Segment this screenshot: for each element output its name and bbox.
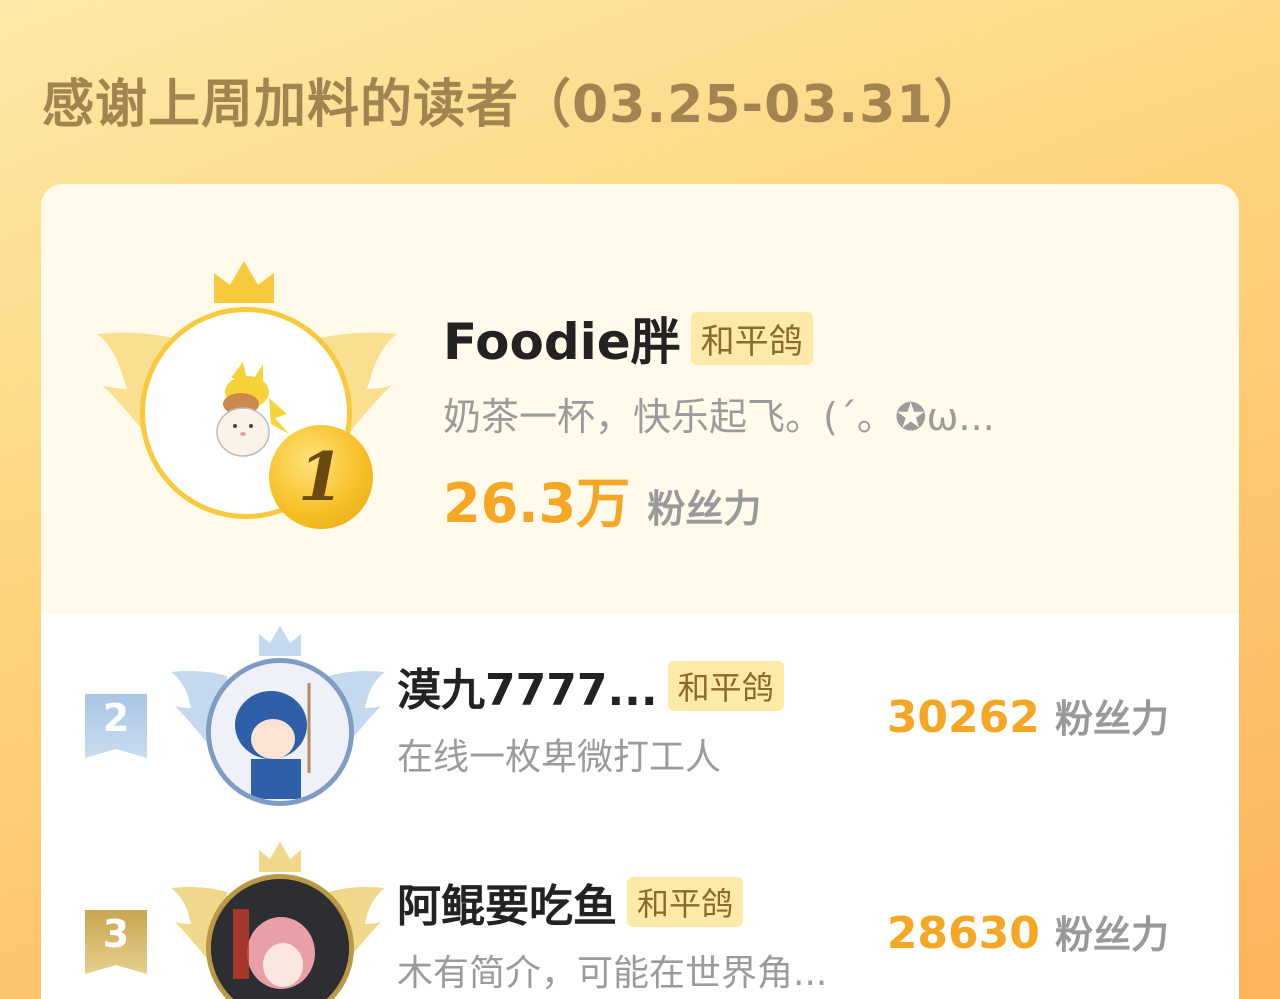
rank1-avatar-frame: 1 — [97, 259, 397, 539]
reader-bio: 在线一枚卑微打工人 — [397, 737, 722, 778]
fans-power: 30262 粉丝力 — [887, 688, 1169, 743]
reader-name[interactable]: Foodie胖 — [443, 302, 681, 374]
reader-bio: 木有简介，可能在世界角... — [397, 953, 828, 994]
reader-name[interactable]: 阿鲲要吃鱼 — [397, 870, 617, 934]
rank-ribbon-icon: 2 — [85, 694, 147, 758]
list-item[interactable]: 3 阿鲲要吃鱼 和平鸽 木有简介，可能在世界角... 28630 粉丝力 — [41, 840, 1239, 999]
fans-power-value: 28630 — [886, 908, 1040, 959]
reader-ranking-card: 1 Foodie胖 和平鸽 奶茶一杯，快乐起飞。(´。✪ω... 26.3万 粉… — [41, 184, 1239, 999]
crown-icon — [259, 842, 301, 872]
rank-medal-icon: 1 — [269, 425, 373, 529]
fans-power-label: 粉丝力 — [1054, 913, 1169, 957]
avatar-illustration-icon — [211, 663, 349, 801]
page-title: 感谢上周加料的读者（03.25-03.31） — [42, 75, 987, 135]
fans-power-value: 30262 — [886, 692, 1040, 743]
rank2-info: 漠九7777... 和平鸽 在线一枚卑微打工人 — [397, 654, 784, 780]
top-reader-section[interactable]: 1 Foodie胖 和平鸽 奶茶一杯，快乐起飞。(´。✪ω... 26.3万 粉… — [41, 184, 1239, 614]
rank2-avatar-frame — [169, 624, 385, 824]
reader-badge: 和平鸽 — [667, 661, 784, 711]
reader-badge: 和平鸽 — [627, 877, 744, 927]
rank3-info: 阿鲲要吃鱼 和平鸽 木有简介，可能在世界角... — [397, 870, 827, 996]
crown-icon — [214, 261, 274, 303]
fans-power-value: 26.3万 — [443, 472, 631, 535]
rank1-info: Foodie胖 和平鸽 奶茶一杯，快乐起飞。(´。✪ω... 26.3万 粉丝力 — [443, 302, 995, 538]
list-item[interactable]: 2 漠九7777... 和平鸽 在线一枚卑微打工人 30262 粉丝力 — [41, 624, 1239, 824]
rank3-avatar-frame — [169, 840, 385, 999]
avatar-illustration-icon — [211, 879, 349, 999]
fans-power: 28630 粉丝力 — [887, 904, 1169, 959]
fans-power-label: 粉丝力 — [1054, 697, 1169, 741]
crown-icon — [259, 626, 301, 656]
reader-name[interactable]: 漠九7777... — [397, 654, 658, 718]
reader-bio: 奶茶一杯，快乐起飞。(´。✪ω... — [443, 395, 995, 439]
fans-power: 26.3万 粉丝力 — [443, 459, 995, 538]
avatar[interactable] — [206, 658, 354, 806]
reader-badge: 和平鸽 — [690, 311, 813, 365]
fans-power-label: 粉丝力 — [647, 487, 762, 531]
rank-ribbon-icon: 3 — [85, 910, 147, 974]
